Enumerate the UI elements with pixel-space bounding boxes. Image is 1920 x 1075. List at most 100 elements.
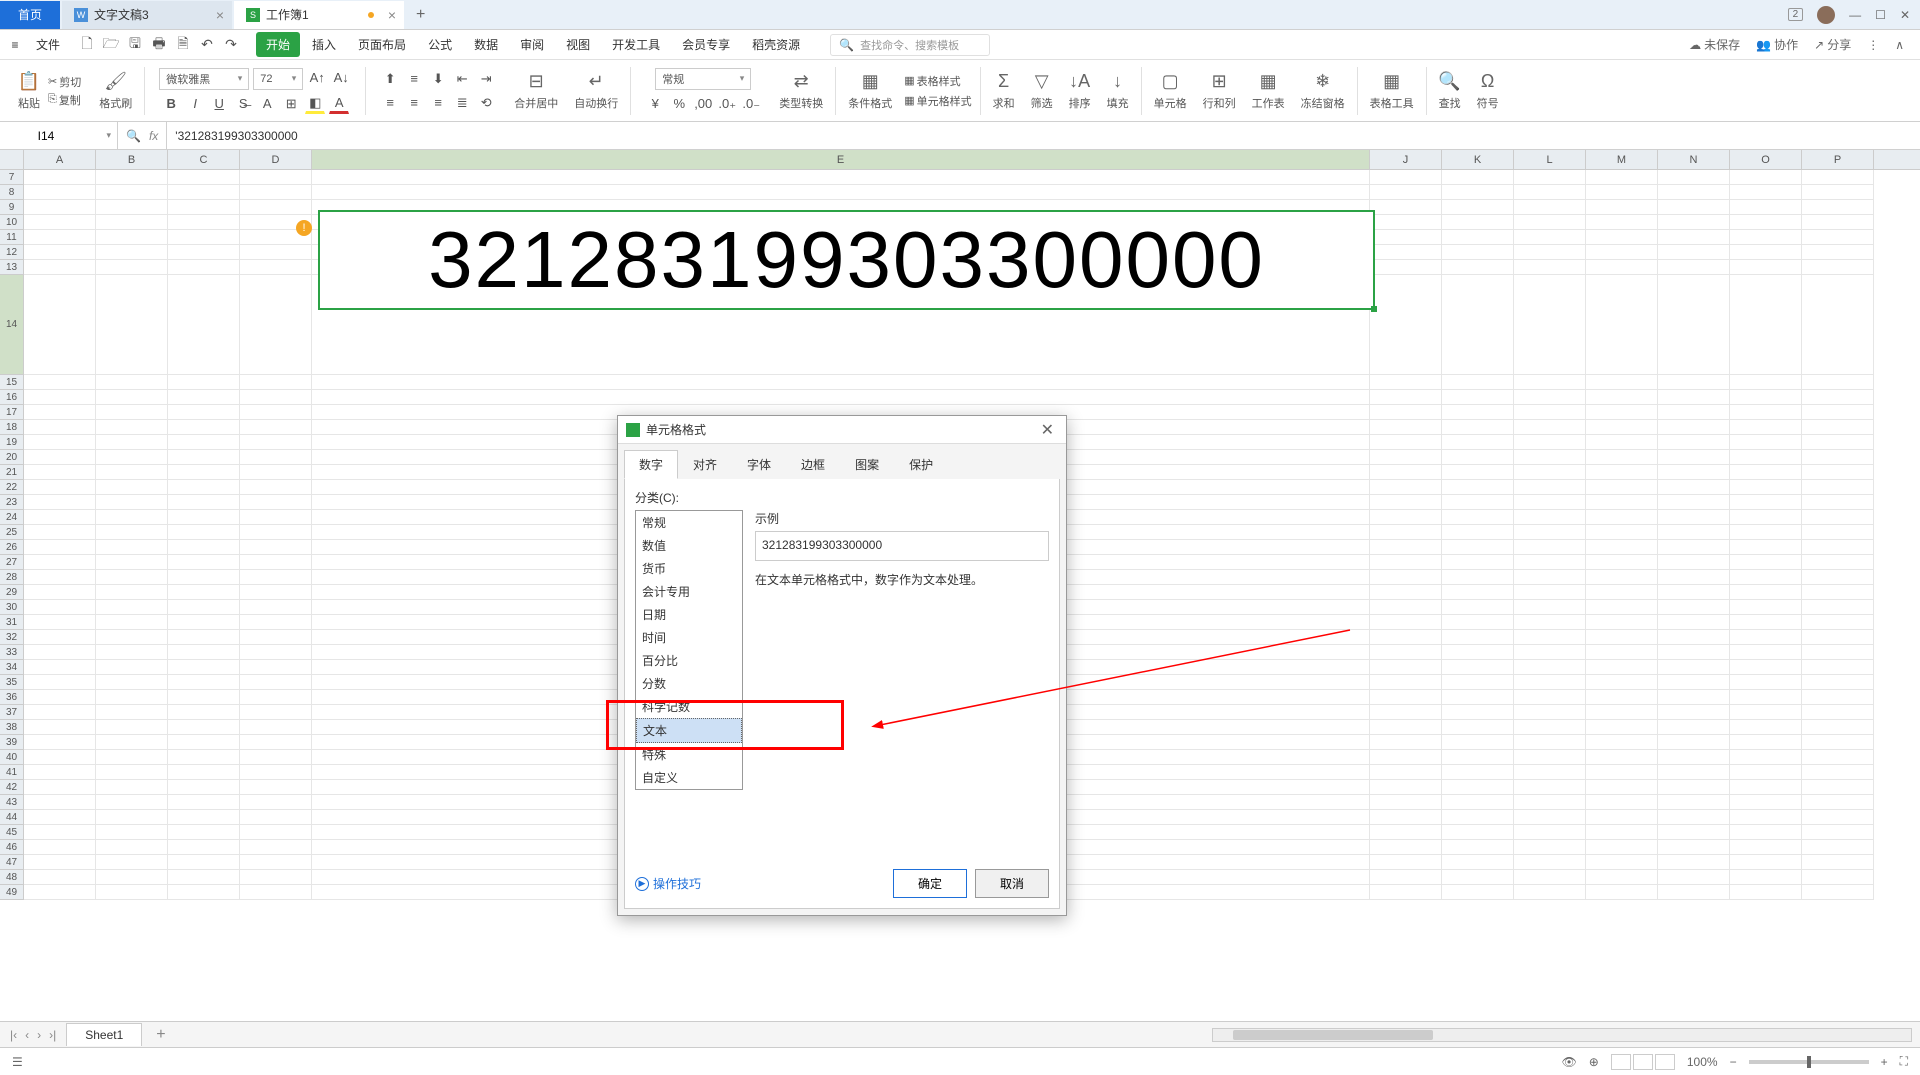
zoom-value[interactable]: 100% [1687,1055,1718,1069]
cell[interactable] [24,615,96,630]
cell[interactable] [96,765,168,780]
sheet-first-icon[interactable]: |‹ [8,1028,19,1042]
cell[interactable] [1658,375,1730,390]
row-header[interactable]: 23 [0,495,24,510]
find-button[interactable]: 🔍查找 [1435,71,1465,111]
cell[interactable] [240,480,312,495]
align-right-icon[interactable]: ≡ [428,93,448,113]
cell[interactable] [1730,555,1802,570]
cell[interactable] [240,170,312,185]
cell[interactable] [1658,450,1730,465]
cell[interactable] [1370,600,1442,615]
column-header-L[interactable]: L [1514,150,1586,169]
cell[interactable] [1802,750,1874,765]
cell[interactable] [96,260,168,275]
cell[interactable] [1658,750,1730,765]
cell[interactable] [168,795,240,810]
cell[interactable] [1442,675,1514,690]
cell[interactable] [168,600,240,615]
cell[interactable] [1370,435,1442,450]
cell[interactable] [24,170,96,185]
cell[interactable] [96,825,168,840]
zoom-slider[interactable] [1749,1060,1869,1064]
menu-tab-review[interactable]: 审阅 [510,32,554,57]
cell[interactable] [1514,885,1586,900]
cell[interactable] [1802,690,1874,705]
align-center-icon[interactable]: ≡ [404,93,424,113]
align-bottom-icon[interactable]: ⬇ [428,69,448,89]
cell[interactable] [1802,585,1874,600]
cell[interactable] [1442,810,1514,825]
cell[interactable] [1370,390,1442,405]
cell[interactable] [168,720,240,735]
cell[interactable] [1514,855,1586,870]
cell[interactable] [1442,705,1514,720]
cell[interactable] [1730,495,1802,510]
align-left-icon[interactable]: ≡ [380,93,400,113]
cell[interactable] [1370,615,1442,630]
row-header[interactable]: 33 [0,645,24,660]
cell[interactable] [168,185,240,200]
decrease-indent-icon[interactable]: ⇤ [452,69,472,89]
cell[interactable] [168,615,240,630]
format-painter-button[interactable]: 🖌格式刷 [95,71,136,111]
cell[interactable] [1442,600,1514,615]
unsaved-indicator[interactable]: ☁未保存 [1689,36,1740,53]
cell[interactable] [1802,840,1874,855]
cell[interactable] [1514,570,1586,585]
cell[interactable] [1586,245,1658,260]
cell[interactable] [1658,215,1730,230]
save-icon[interactable]: 🖫 [126,36,144,54]
cell[interactable] [1370,185,1442,200]
normal-view-icon[interactable] [1611,1054,1631,1070]
number-format-select[interactable]: 常规▾ [655,68,751,90]
cell[interactable] [1802,495,1874,510]
cell[interactable] [1442,765,1514,780]
collab-button[interactable]: 👥协作 [1756,36,1798,53]
cell[interactable] [96,555,168,570]
row-header[interactable]: 43 [0,795,24,810]
cell[interactable] [1658,525,1730,540]
cell[interactable] [1514,170,1586,185]
user-avatar[interactable] [1817,6,1835,24]
cell[interactable] [1658,855,1730,870]
cell[interactable] [1442,555,1514,570]
sheet-next-icon[interactable]: › [35,1028,43,1042]
cell[interactable] [96,375,168,390]
cell[interactable] [24,750,96,765]
cell[interactable] [24,420,96,435]
cell[interactable] [1442,885,1514,900]
cell[interactable] [1586,615,1658,630]
cell[interactable] [1370,630,1442,645]
cell[interactable] [24,450,96,465]
cell[interactable] [1730,795,1802,810]
cell[interactable] [24,405,96,420]
cell[interactable] [1586,810,1658,825]
cell[interactable] [1802,705,1874,720]
hamburger-icon[interactable]: ≡ [4,38,26,52]
cell[interactable] [24,795,96,810]
search-box[interactable]: 🔍 查找命令、搜索模板 [830,34,990,56]
category-item[interactable]: 日期 [636,603,742,626]
cell[interactable] [1658,780,1730,795]
cell[interactable] [1658,765,1730,780]
cell[interactable] [1514,870,1586,885]
cell[interactable] [1442,495,1514,510]
row-header[interactable]: 30 [0,600,24,615]
cell[interactable] [1802,765,1874,780]
cell[interactable] [1586,780,1658,795]
row-header[interactable]: 21 [0,465,24,480]
cell[interactable] [1370,750,1442,765]
cell[interactable] [1802,735,1874,750]
cell[interactable] [1586,170,1658,185]
cell[interactable] [1370,525,1442,540]
cell[interactable] [1370,675,1442,690]
cell[interactable] [96,645,168,660]
cell[interactable] [1586,765,1658,780]
cell-style-button[interactable]: ▦单元格样式 [904,93,971,109]
cell[interactable] [1586,660,1658,675]
cell[interactable] [24,465,96,480]
cell[interactable] [1586,420,1658,435]
cell[interactable] [240,705,312,720]
cell[interactable] [168,375,240,390]
